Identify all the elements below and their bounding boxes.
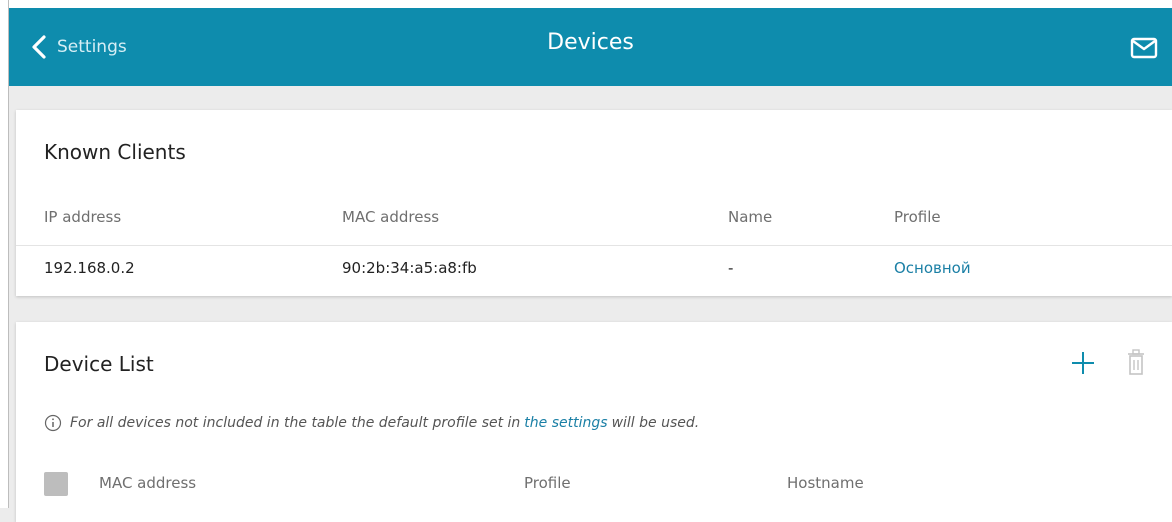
cell-name: - <box>728 259 734 277</box>
column-header-mac: MAC address <box>342 208 440 226</box>
note-text-suffix: will be used. <box>611 415 700 431</box>
frame-left <box>0 0 8 508</box>
column-header-profile: Profile <box>894 208 941 226</box>
table-divider <box>16 245 1172 246</box>
cell-ip: 192.168.0.2 <box>44 259 135 277</box>
note-text-prefix: For all devices not included in the tabl… <box>70 415 521 431</box>
column-header-profile: Profile <box>524 474 571 492</box>
column-header-hostname: Hostname <box>787 474 864 492</box>
select-all-checkbox[interactable] <box>44 472 68 496</box>
device-list-card: Device List For all devices not included… <box>16 322 1172 522</box>
frame-top <box>0 0 1172 8</box>
device-list-title: Device List <box>44 352 154 376</box>
column-header-mac: MAC address <box>99 474 197 492</box>
plus-icon[interactable] <box>1070 350 1096 376</box>
cell-mac: 90:2b:34:a5:a8:fb <box>342 259 477 277</box>
app-header: Settings Devices <box>9 8 1172 86</box>
settings-link[interactable]: the settings <box>524 415 607 431</box>
info-icon <box>44 414 62 432</box>
known-clients-card: Known Clients IP address MAC address Nam… <box>16 110 1172 296</box>
cell-profile-link[interactable]: Основной <box>894 259 971 277</box>
known-clients-title: Known Clients <box>44 140 186 164</box>
envelope-icon[interactable] <box>1130 37 1158 59</box>
page-title: Devices <box>547 30 634 55</box>
column-header-name: Name <box>728 208 773 226</box>
column-header-ip: IP address <box>44 208 122 226</box>
default-profile-note: For all devices not included in the tabl… <box>44 414 699 432</box>
trash-icon[interactable] <box>1126 349 1146 377</box>
